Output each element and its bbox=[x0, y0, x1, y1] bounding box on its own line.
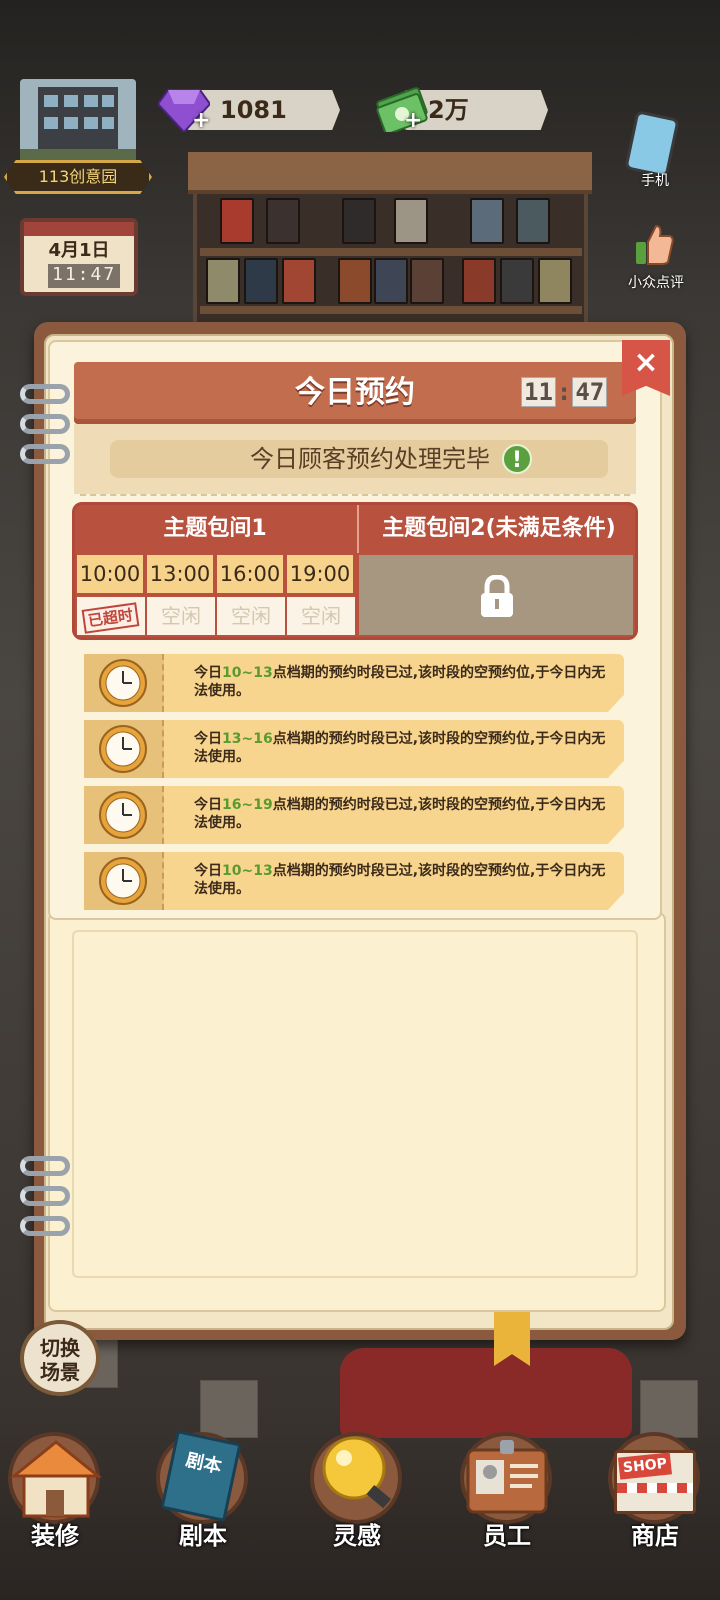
switch-scene-button[interactable]: 切换 场景 bbox=[20, 1320, 100, 1396]
notice-item: 今日13~16点档期的预约时段已过,该时段的空预约位,于今日内无法使用。 bbox=[84, 720, 624, 778]
book bbox=[374, 258, 408, 304]
floor-tile bbox=[200, 1380, 258, 1438]
location-label: 113创意园 bbox=[4, 160, 152, 194]
nav-script-label: 剧本 bbox=[179, 1522, 227, 1550]
clock-icon bbox=[99, 725, 147, 773]
divider bbox=[80, 494, 630, 496]
book bbox=[244, 258, 278, 304]
clock-icon bbox=[99, 791, 147, 839]
book bbox=[266, 198, 300, 244]
cash-count: 2万 bbox=[428, 96, 469, 124]
shop-sign: SHOP bbox=[617, 1452, 673, 1480]
add-gems-button[interactable]: + bbox=[192, 108, 210, 133]
room1-slot-time[interactable]: 13:00 bbox=[147, 555, 213, 593]
binder-ring bbox=[20, 1156, 70, 1176]
thumbs-up-icon[interactable] bbox=[632, 222, 676, 268]
book bbox=[516, 198, 550, 244]
exclamation-icon[interactable]: ! bbox=[502, 444, 532, 474]
calendar-date: 4月1日 bbox=[48, 240, 110, 261]
nav-decorate[interactable]: 装修 bbox=[0, 1432, 110, 1572]
calendar-binding bbox=[24, 222, 134, 236]
bookshelf-shelf bbox=[200, 248, 582, 256]
clock-icon bbox=[99, 659, 147, 707]
book bbox=[470, 198, 504, 244]
book bbox=[220, 198, 254, 244]
room1-slot-state[interactable]: 已超时 bbox=[77, 597, 145, 635]
status-text: 今日顾客预约处理完毕 bbox=[250, 445, 490, 473]
room2-locked-area[interactable] bbox=[359, 555, 633, 635]
book bbox=[462, 258, 496, 304]
book bbox=[338, 258, 372, 304]
room1-header[interactable]: 主题包间1 bbox=[75, 505, 355, 553]
house-icon bbox=[9, 1440, 103, 1518]
calendar-time: 11:47 bbox=[48, 264, 121, 288]
nav-decorate-label: 装修 bbox=[31, 1522, 79, 1550]
room2-header[interactable]: 主题包间2(未满足条件) bbox=[357, 505, 635, 553]
review-label: 小众点评 bbox=[628, 275, 684, 291]
book bbox=[342, 198, 376, 244]
notice-item: 今日10~13点档期的预约时段已过,该时段的空预约位,于今日内无法使用。 bbox=[84, 654, 624, 712]
lock-icon bbox=[481, 575, 513, 617]
book bbox=[206, 258, 240, 304]
gem-count: 1081 bbox=[220, 96, 287, 124]
clock-hours: 11 bbox=[521, 377, 556, 407]
binder-ring bbox=[20, 444, 70, 464]
dialog-clock: 11:47 bbox=[520, 377, 608, 409]
binder-ring bbox=[20, 384, 70, 404]
nav-staff[interactable]: 员工 bbox=[452, 1432, 562, 1572]
book bbox=[538, 258, 572, 304]
notice-text: 今日16~19点档期的预约时段已过,该时段的空预约位,于今日内无法使用。 bbox=[194, 797, 606, 831]
room1-slot-time[interactable]: 16:00 bbox=[217, 555, 283, 593]
shop-awning bbox=[617, 1483, 693, 1493]
notice-text: 今日10~13点档期的预约时段已过,该时段的空预约位,于今日内无法使用。 bbox=[194, 863, 606, 897]
notice-item: 今日16~19点档期的预约时段已过,该时段的空预约位,于今日内无法使用。 bbox=[84, 786, 624, 844]
floor-tile bbox=[640, 1380, 698, 1438]
building-thumbnail[interactable] bbox=[20, 79, 136, 165]
room1-slot-state[interactable]: 空闲 bbox=[287, 597, 355, 635]
nav-shop[interactable]: SHOP 商店 bbox=[600, 1432, 710, 1572]
notice-text: 今日10~13点档期的预约时段已过,该时段的空预约位,于今日内无法使用。 bbox=[194, 665, 606, 699]
building-icon bbox=[20, 79, 136, 165]
notebook-lower-frame bbox=[72, 930, 638, 1278]
notice-item: 今日10~13点档期的预约时段已过,该时段的空预约位,于今日内无法使用。 bbox=[84, 852, 624, 910]
book bbox=[394, 198, 428, 244]
nav-staff-label: 员工 bbox=[483, 1522, 531, 1550]
room1-slot-time[interactable]: 10:00 bbox=[77, 555, 143, 593]
room1-slot-time[interactable]: 19:00 bbox=[287, 555, 353, 593]
nav-inspiration-label: 灵感 bbox=[333, 1522, 381, 1550]
add-cash-button[interactable]: + bbox=[404, 108, 422, 133]
book bbox=[410, 258, 444, 304]
bookshelf-top bbox=[188, 152, 592, 194]
switch-scene-label-2: 场景 bbox=[40, 1360, 80, 1384]
binder-ring bbox=[20, 414, 70, 434]
room1-slot-state[interactable]: 空闲 bbox=[147, 597, 215, 635]
clock-minutes: 47 bbox=[572, 377, 608, 407]
rooms-table: 主题包间1 主题包间2(未满足条件) 10:00 13:00 16:00 19:… bbox=[72, 502, 638, 640]
status-banner: 今日顾客预约处理完毕 ! bbox=[110, 440, 608, 478]
overtime-stamp: 已超时 bbox=[82, 602, 140, 634]
binder-ring bbox=[20, 1216, 70, 1236]
sofa-decoration bbox=[340, 1348, 632, 1438]
nav-shop-label: 商店 bbox=[631, 1522, 679, 1550]
bookshelf-shelf bbox=[200, 306, 582, 314]
clock-icon bbox=[99, 857, 147, 905]
shop-building-icon: SHOP bbox=[614, 1450, 696, 1514]
calendar-widget[interactable]: 4月1日 11:47 bbox=[20, 218, 138, 296]
book bbox=[500, 258, 534, 304]
book bbox=[282, 258, 316, 304]
lightbulb-icon bbox=[322, 1436, 392, 1509]
notice-text: 今日13~16点档期的预约时段已过,该时段的空预约位,于今日内无法使用。 bbox=[194, 731, 606, 765]
phone-label: 手机 bbox=[641, 173, 669, 189]
room1-slot-state[interactable]: 空闲 bbox=[217, 597, 285, 635]
binder-ring bbox=[20, 1186, 70, 1206]
id-badge-icon bbox=[466, 1440, 548, 1514]
nav-script[interactable]: 剧本 剧本 bbox=[148, 1430, 258, 1572]
switch-scene-label-1: 切换 bbox=[40, 1336, 80, 1360]
nav-inspiration[interactable]: 灵感 bbox=[302, 1432, 412, 1572]
